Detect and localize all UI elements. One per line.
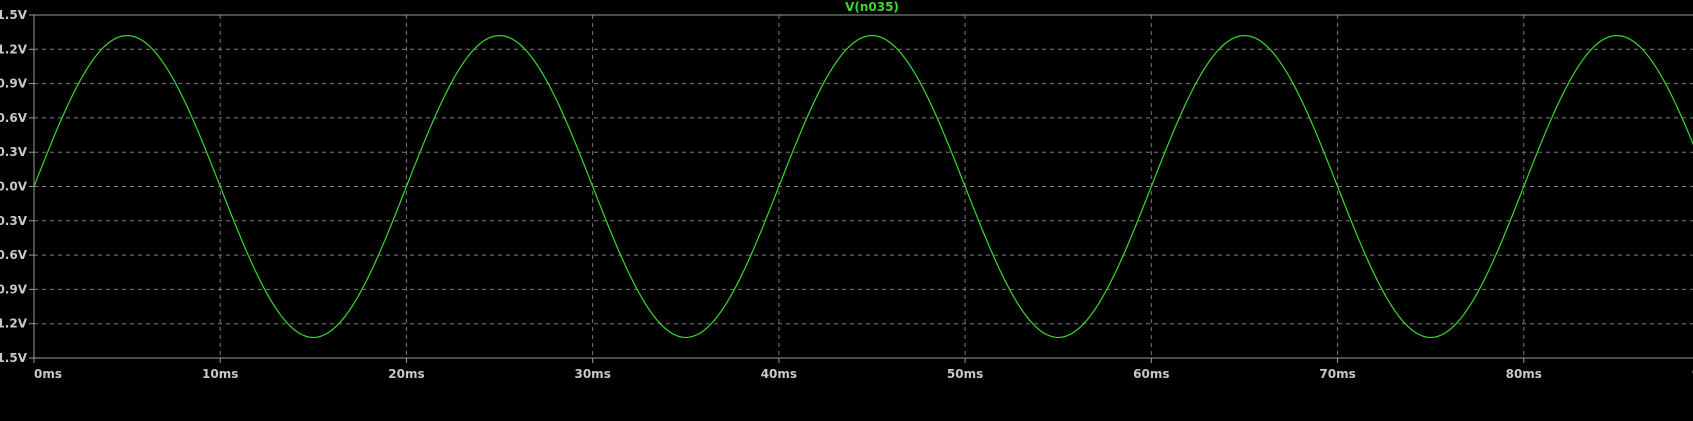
- y-tick-label: -1.5V: [0, 351, 28, 365]
- x-tick-label: 30ms: [574, 367, 610, 381]
- x-tick-label: 10ms: [202, 367, 238, 381]
- y-tick-label: 1.2V: [0, 42, 28, 56]
- y-tick-label: -1.2V: [0, 317, 28, 331]
- x-tick-label: 40ms: [761, 367, 797, 381]
- y-tick-label: 1.5V: [0, 8, 28, 22]
- x-tick-label: 60ms: [1133, 367, 1169, 381]
- y-tick-label: 0.3V: [0, 145, 28, 159]
- y-tick-label: 0.6V: [0, 111, 28, 125]
- x-tick-label: 0ms: [34, 367, 62, 381]
- y-tick-label: -0.9V: [0, 282, 28, 296]
- x-tick-label: 50ms: [947, 367, 983, 381]
- x-tick-label: 20ms: [388, 367, 424, 381]
- trace-legend-label[interactable]: V(n035): [845, 0, 899, 14]
- x-tick-label: 80ms: [1506, 367, 1542, 381]
- plot-background: [0, 0, 1693, 416]
- y-tick-label: -0.6V: [0, 248, 28, 262]
- waveform-viewer: 1.5V 1.2V 0.9V 0.6V 0.3V 0.0V -0.3V -0.6V -0.9V -…: [0, 0, 1693, 416]
- y-tick-label: -0.3V: [0, 214, 28, 228]
- x-tick-label: 70ms: [1319, 367, 1355, 381]
- y-tick-label: 0.9V: [0, 77, 28, 91]
- waveform-plot[interactable]: 1.5V 1.2V 0.9V 0.6V 0.3V 0.0V -0.3V -0.6V -0.9V -…: [0, 0, 1693, 416]
- y-tick-label: 0.0V: [0, 180, 28, 194]
